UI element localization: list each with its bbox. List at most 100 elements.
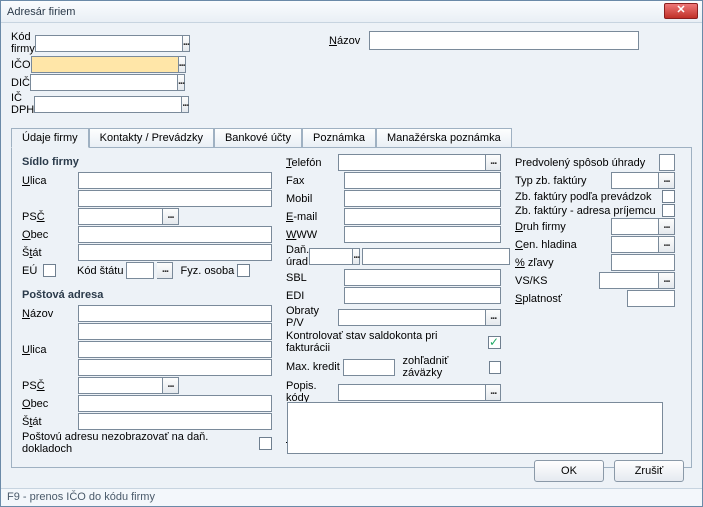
druh-firmy-input[interactable] (611, 218, 659, 235)
dan-urad-text[interactable] (362, 248, 510, 265)
edi-input[interactable] (344, 287, 501, 304)
cen-hladina-picker[interactable]: ... (659, 236, 675, 253)
kod-statu-picker[interactable]: ... (157, 262, 173, 279)
vsks-picker[interactable]: ... (659, 272, 675, 289)
label-edi: EDI (286, 290, 344, 302)
max-kredit-input[interactable] (343, 359, 395, 376)
dan-urad-picker[interactable]: ... (353, 248, 360, 265)
label-cen-hladina: Cen. hladina (515, 239, 611, 251)
fyz-osoba-checkbox[interactable] (237, 264, 250, 277)
label-pct-zlavy: % zľavy (515, 257, 611, 269)
label-nazov: Názov (329, 35, 369, 47)
telefon-input[interactable] (338, 154, 486, 171)
label-predvoleny: Predvolený spôsob úhrady (515, 157, 659, 169)
kod-statu-input[interactable] (126, 262, 154, 279)
eu-checkbox[interactable] (43, 264, 56, 277)
label-sidlo-psc: PSČ (22, 211, 78, 223)
tab-udaje-firmy[interactable]: Údaje firmy (11, 128, 89, 148)
close-button[interactable]: ✕ (664, 3, 698, 19)
label-kod-statu: Kód štátu (77, 265, 123, 277)
posta-nazov-2[interactable] (78, 323, 272, 340)
posta-ulica-1[interactable] (78, 341, 272, 358)
label-posta-ulica: Ulica (22, 344, 78, 356)
label-kontrolovat: Kontrolovať stav saldokonta pri fakturác… (286, 330, 484, 354)
dan-urad-input[interactable] (309, 248, 353, 265)
druh-firmy-picker[interactable]: ... (659, 218, 675, 235)
typ-zb-input[interactable] (611, 172, 659, 189)
sidlo-ulica-1[interactable] (78, 172, 272, 189)
label-posta-stat: Štát (22, 416, 78, 428)
label-dic: DIČ (11, 77, 30, 89)
www-input[interactable] (344, 226, 501, 243)
heading-sidlo: Sídlo firmy (22, 156, 272, 168)
label-vsks: VS/KS (515, 275, 599, 287)
label-fyz-osoba: Fyz. osoba (180, 265, 234, 277)
telefon-picker[interactable]: ... (486, 154, 501, 171)
popis-kody-picker[interactable]: ... (486, 384, 501, 401)
email-input[interactable] (344, 208, 501, 225)
label-www: WWW (286, 229, 344, 241)
posta-psc-input[interactable] (78, 377, 163, 394)
label-zb-prij: Zb. faktúry - adresa príjemcu (515, 205, 662, 217)
label-posta-nazov: Názov (22, 308, 78, 320)
tab-kontakty[interactable]: Kontakty / Prevádzky (89, 128, 214, 148)
ico-input[interactable] (31, 56, 179, 73)
tab-manazerska[interactable]: Manažérska poznámka (376, 128, 512, 148)
posta-psc-picker[interactable]: ... (163, 377, 179, 394)
label-posta-obec: Obec (22, 398, 78, 410)
tab-bankove-ucty[interactable]: Bankové účty (214, 128, 302, 148)
posta-obec-input[interactable] (78, 395, 272, 412)
label-zohladnit: zohľadniť záväzky (402, 355, 485, 379)
zohladnit-checkbox[interactable] (489, 361, 501, 374)
pct-zlavy-input[interactable] (611, 254, 675, 271)
sidlo-psc-input[interactable] (78, 208, 163, 225)
ic-dph-input[interactable] (34, 96, 182, 113)
label-zb-prev: Zb. faktúry podľa prevádzok (515, 191, 662, 203)
label-sbl: SBL (286, 272, 344, 284)
label-sidlo-obec: Obec (22, 229, 78, 241)
informacia-text[interactable] (287, 402, 663, 454)
label-eu: EÚ (22, 265, 40, 277)
posta-ulica-2[interactable] (78, 359, 272, 376)
posta-stat-input[interactable] (78, 413, 272, 430)
label-kod-firmy: Kód firmy (11, 31, 35, 55)
sidlo-ulica-2[interactable] (78, 190, 272, 207)
posta-nazov-1[interactable] (78, 305, 272, 322)
status-bar: F9 - prenos IČO do kódu firmy (1, 488, 702, 506)
kontrolovat-checkbox[interactable] (488, 336, 501, 349)
zb-prij-checkbox[interactable] (662, 204, 675, 217)
mobil-input[interactable] (344, 190, 501, 207)
predvoleny-input[interactable] (659, 154, 675, 171)
label-telefon: Telefón (286, 157, 338, 169)
kod-firmy-input[interactable] (35, 35, 183, 52)
obraty-pv-input[interactable] (338, 309, 486, 326)
label-ico: IČO (11, 59, 31, 71)
obraty-pv-picker[interactable]: ... (486, 309, 501, 326)
sidlo-psc-picker[interactable]: ... (163, 208, 179, 225)
tabstrip: Údaje firmy Kontakty / Prevádzky Bankové… (11, 127, 692, 148)
popis-kody-input[interactable] (338, 384, 486, 401)
vsks-input[interactable] (599, 272, 659, 289)
posta-hide-checkbox[interactable] (259, 437, 272, 450)
label-splatnost: Splatnosť (515, 293, 627, 305)
tab-poznamka[interactable]: Poznámka (302, 128, 376, 148)
heading-posta: Poštová adresa (22, 289, 272, 301)
label-sidlo-ulica: Ulica (22, 175, 78, 187)
zb-prev-checkbox[interactable] (662, 190, 675, 203)
splatnost-input[interactable] (627, 290, 675, 307)
dic-input[interactable] (30, 74, 178, 91)
ok-button[interactable]: OK (534, 460, 604, 482)
label-max-kredit: Max. kredit (286, 361, 340, 373)
fax-input[interactable] (344, 172, 501, 189)
window-title: Adresár firiem (7, 6, 75, 18)
cen-hladina-input[interactable] (611, 236, 659, 253)
sbl-input[interactable] (344, 269, 501, 286)
sidlo-obec-input[interactable] (78, 226, 272, 243)
label-druh-firmy: Druh firmy (515, 221, 611, 233)
sidlo-stat-input[interactable] (78, 244, 272, 261)
label-fax: Fax (286, 175, 344, 187)
nazov-input[interactable] (369, 31, 639, 50)
typ-zb-picker[interactable]: ... (659, 172, 675, 189)
cancel-button[interactable]: Zrušiť (614, 460, 684, 482)
label-ic-dph: IČ DPH (11, 92, 34, 116)
